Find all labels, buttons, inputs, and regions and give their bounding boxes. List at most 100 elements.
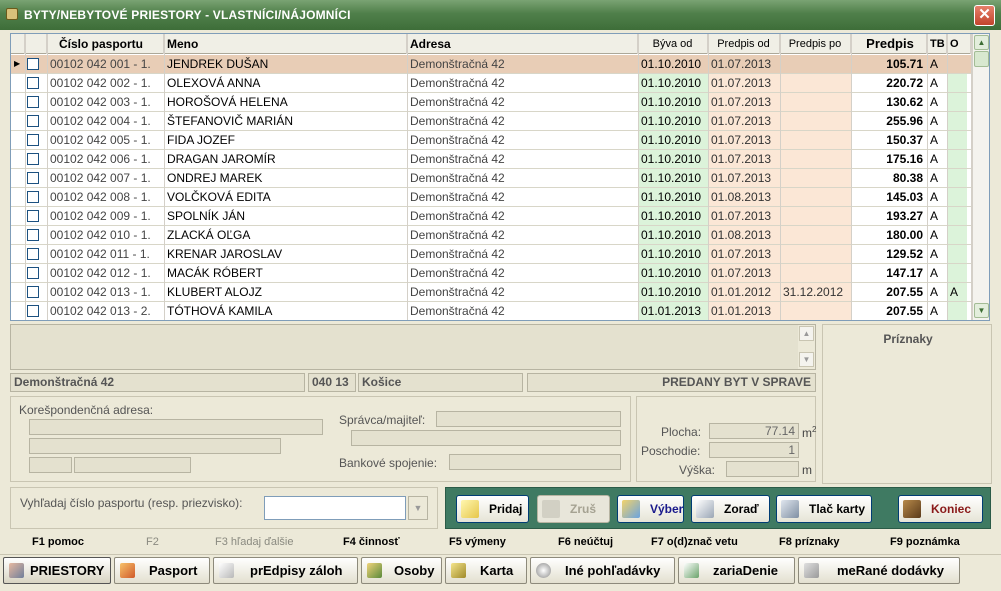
table-row[interactable]: 00102 042 005 - 1. FIDA JOZEF Demonštračná… <box>11 131 971 150</box>
header-pasport[interactable]: Číslo pasportu <box>47 34 164 54</box>
cell-adresa: Demonštračná 42 <box>410 228 505 242</box>
header-tb[interactable]: TB <box>927 34 947 54</box>
tab-karta[interactable]: Karta <box>445 557 527 584</box>
table-row[interactable]: 00102 042 006 - 1. DRAGAN JAROMÍR Demonštr… <box>11 150 971 169</box>
column-divider <box>407 34 408 320</box>
row-checkbox[interactable] <box>27 96 39 108</box>
table-row[interactable]: 00102 042 012 - 1. MACÁK RÓBERT Demonštrač… <box>11 264 971 283</box>
tab-merane-label: meRané dodávky <box>837 563 944 578</box>
header-meno[interactable]: Meno <box>164 34 407 54</box>
fkey-f5[interactable]: F5 výmeny <box>449 536 506 548</box>
zorad-button[interactable]: Zoraď <box>691 495 770 523</box>
fkey-f8[interactable]: F8 príznaky <box>779 536 840 548</box>
row-checkbox[interactable] <box>27 77 39 89</box>
row-checkbox[interactable] <box>27 134 39 146</box>
cell-predpis-po <box>780 169 851 187</box>
scroll-down-icon[interactable]: ▼ <box>974 303 989 318</box>
koresp-psc <box>29 457 72 473</box>
cell-meno: MACÁK RÓBERT <box>167 266 263 280</box>
cell-byva-od: 01.10.2010 <box>638 150 708 168</box>
note-memo[interactable]: ▲ ▼ <box>10 324 816 370</box>
cell-predpis: 129.52 <box>886 247 923 261</box>
grid-scrollbar[interactable]: ▲ ▼ <box>972 34 989 320</box>
table-row[interactable]: 00102 042 013 - 1. KLUBERT ALOJZ Demonštra… <box>11 283 971 302</box>
koresp-line2 <box>29 438 281 454</box>
table-row[interactable]: 00102 042 002 - 1. OLEXOVÁ ANNA Demonštrač… <box>11 74 971 93</box>
fkey-f9[interactable]: F9 poznámka <box>890 536 960 548</box>
cell-pasport: 00102 042 005 - 1. <box>50 133 151 147</box>
spravca-label: Správca/majiteľ: <box>339 413 426 427</box>
table-row[interactable]: 00102 042 013 - 2. TÓTHOVÁ KAMILA Demonštr… <box>11 302 971 320</box>
table-row[interactable]: 00102 042 007 - 1. ONDREJ MAREK Demonštrač… <box>11 169 971 188</box>
cell-tb: A <box>930 285 939 299</box>
tab-zariadenie[interactable]: zariaDenie <box>678 557 795 584</box>
zrus-button[interactable]: Zruš <box>537 495 610 523</box>
header-predpis-od[interactable]: Predpis od <box>708 34 780 54</box>
column-divider <box>708 34 709 320</box>
card-icon <box>451 563 466 578</box>
row-checkbox[interactable] <box>27 191 39 203</box>
fkey-f1[interactable]: F1 pomoc <box>32 536 84 548</box>
table-row[interactable]: 00102 042 009 - 1. SPOLNÍK JÁN Demonštračn… <box>11 207 971 226</box>
cell-tb: A <box>930 95 939 109</box>
row-checkbox[interactable] <box>27 58 39 70</box>
tab-predpisy-label: prEdpisy záloh <box>250 563 343 578</box>
tab-predpisy[interactable]: prEdpisy záloh <box>213 557 358 584</box>
fkey-f2[interactable]: F2 <box>146 536 159 548</box>
row-checkbox[interactable] <box>27 248 39 260</box>
fkey-f3[interactable]: F3 hľadaj ďalšie <box>215 536 293 548</box>
search-dropdown-icon[interactable]: ▼ <box>408 496 428 520</box>
tab-pasport[interactable]: Pasport <box>114 557 210 584</box>
fkey-f4[interactable]: F4 činnosť <box>343 536 400 548</box>
header-byva-od[interactable]: Býva od <box>638 34 708 54</box>
koniec-button[interactable]: Koniec <box>898 495 983 523</box>
header-adresa[interactable]: Adresa <box>407 34 638 54</box>
table-row[interactable]: 00102 042 011 - 1. KRENAR JAROSLAV Demonšt… <box>11 245 971 264</box>
header-predpis[interactable]: Predpis <box>851 34 927 54</box>
scroll-up-icon[interactable]: ▲ <box>974 35 989 50</box>
search-input[interactable] <box>264 496 406 520</box>
cell-predpis-od: 01.01.2013 <box>708 302 780 320</box>
koresp-panel: Korešpondenčná adresa: Správca/majiteľ: … <box>10 396 631 482</box>
header-o[interactable]: O <box>947 34 971 54</box>
tab-ine-pohladavky[interactable]: Iné pohľadávky <box>530 557 675 584</box>
vyber-button[interactable]: Výber <box>617 495 684 523</box>
row-checkbox[interactable] <box>27 286 39 298</box>
tab-priestory[interactable]: PRIESTORY <box>3 557 111 584</box>
cell-predpis: 80.38 <box>892 171 923 185</box>
row-checkbox[interactable] <box>27 115 39 127</box>
column-divider <box>780 34 781 320</box>
fkey-f7[interactable]: F7 o(d)znač vetu <box>651 536 738 548</box>
poschodie-label: Poschodie: <box>641 444 701 458</box>
memo-scroll-down-icon[interactable]: ▼ <box>799 352 814 367</box>
cell-tb: A <box>930 171 939 185</box>
header-predpis-po[interactable]: Predpis po <box>780 34 851 54</box>
close-button[interactable]: ✕ <box>974 5 995 26</box>
table-row[interactable]: ▶ 00102 042 001 - 1. JENDREK DUŠAN Demonštr… <box>11 55 971 74</box>
memo-scrollbar[interactable]: ▲ ▼ <box>798 325 815 369</box>
memo-scroll-up-icon[interactable]: ▲ <box>799 326 814 341</box>
plocha-unit-sup: 2 <box>812 425 817 434</box>
cell-adresa: Demonštračná 42 <box>410 76 505 90</box>
row-checkbox[interactable] <box>27 210 39 222</box>
row-checkbox[interactable] <box>27 229 39 241</box>
table-row[interactable]: 00102 042 010 - 1. ZLACKÁ OĽGA Demonštračn… <box>11 226 971 245</box>
row-checkbox[interactable] <box>27 305 39 317</box>
pridaj-button[interactable]: Pridaj <box>456 495 529 523</box>
row-checkbox[interactable] <box>27 267 39 279</box>
tab-merane-dodavky[interactable]: meRané dodávky <box>798 557 960 584</box>
cell-byva-od: 01.10.2010 <box>638 169 708 187</box>
tlac-karty-button[interactable]: Tlač karty <box>776 495 872 523</box>
table-row[interactable]: 00102 042 003 - 1. HOROŠOVÁ HELENA Demonšt… <box>11 93 971 112</box>
cell-adresa: Demonštračná 42 <box>410 285 505 299</box>
row-checkbox[interactable] <box>27 153 39 165</box>
cell-tb: A <box>930 152 939 166</box>
scroll-thumb[interactable] <box>974 51 989 67</box>
cell-byva-od: 01.10.2010 <box>638 245 708 263</box>
tab-osoby[interactable]: Osoby <box>361 557 442 584</box>
row-checkbox[interactable] <box>27 172 39 184</box>
app-icon <box>6 8 18 20</box>
fkey-f6[interactable]: F6 neúčtuj <box>558 536 613 548</box>
table-row[interactable]: 00102 042 004 - 1. ŠTEFANOVIČ MARIÁN Demon… <box>11 112 971 131</box>
table-row[interactable]: 00102 042 008 - 1. VOLČKOVÁ EDITA Demonštr… <box>11 188 971 207</box>
